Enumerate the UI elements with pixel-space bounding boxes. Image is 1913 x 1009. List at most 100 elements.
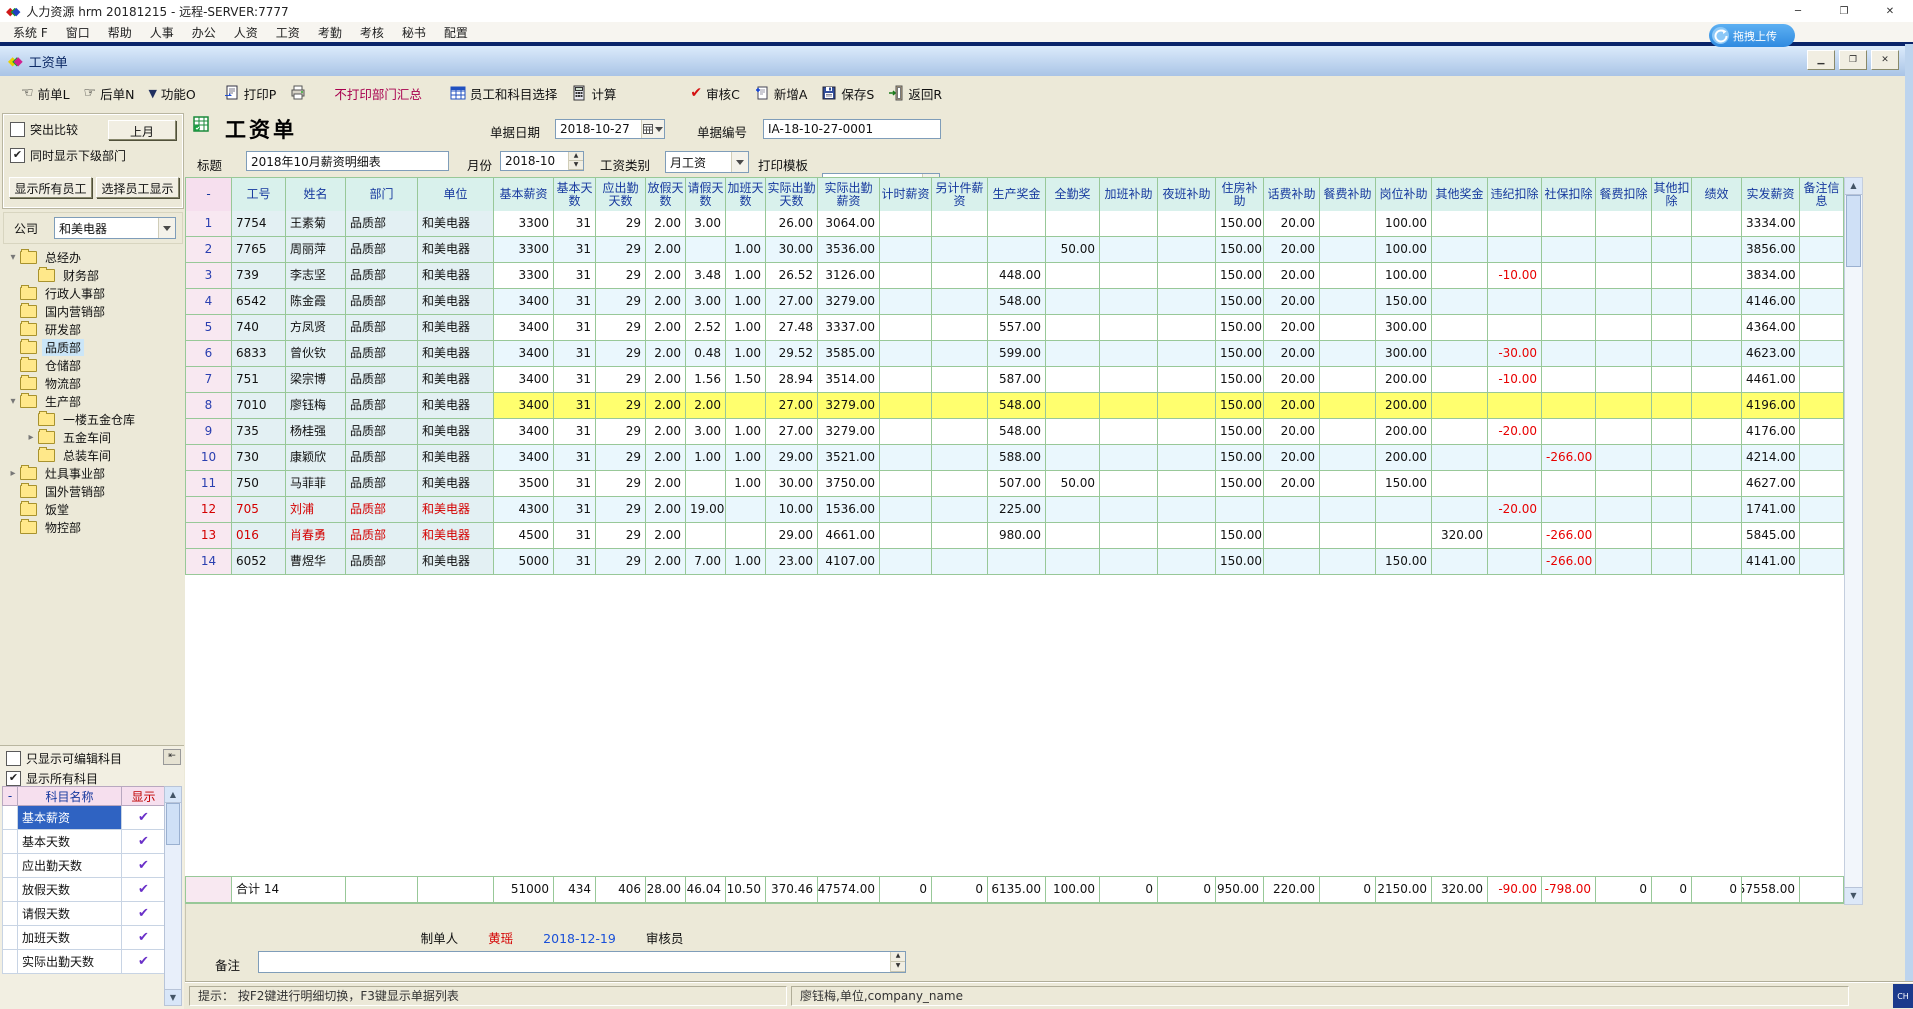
cell[interactable] <box>1488 289 1542 315</box>
cell[interactable] <box>686 237 726 263</box>
column-header[interactable]: 全勤奖 <box>1046 178 1100 212</box>
cell[interactable]: 2.00 <box>686 393 726 419</box>
cell[interactable]: 29 <box>596 341 646 367</box>
cell[interactable] <box>1488 393 1542 419</box>
cell[interactable]: 品质部 <box>346 211 418 237</box>
cell[interactable]: 品质部 <box>346 341 418 367</box>
cell[interactable]: 和美电器 <box>418 497 494 523</box>
tab-payroll-sheet[interactable]: 工资单 <box>29 52 68 71</box>
cell[interactable] <box>1542 419 1596 445</box>
cell[interactable] <box>1596 237 1652 263</box>
cell[interactable] <box>1692 211 1742 237</box>
cell[interactable]: 016 <box>232 523 286 549</box>
column-header[interactable]: 实际出勤薪资 <box>818 178 880 212</box>
tree-item[interactable]: 品质部 <box>2 338 182 356</box>
row-number[interactable]: 2 <box>186 237 232 263</box>
cell[interactable] <box>1692 471 1742 497</box>
cell[interactable]: 曾伙钦 <box>286 341 346 367</box>
cell[interactable]: 587.00 <box>988 367 1046 393</box>
cell[interactable] <box>932 315 988 341</box>
cell[interactable]: 3856.00 <box>1742 237 1800 263</box>
cell[interactable] <box>1100 211 1158 237</box>
cell[interactable] <box>1216 497 1264 523</box>
totals-cell[interactable]: 0 <box>1652 877 1692 903</box>
column-header[interactable]: - <box>186 178 232 212</box>
cell[interactable]: 2.00 <box>646 289 686 315</box>
cell[interactable]: 599.00 <box>988 341 1046 367</box>
cell[interactable] <box>1652 549 1692 575</box>
cell[interactable]: 和美电器 <box>418 445 494 471</box>
compare-checkbox[interactable] <box>10 122 25 137</box>
cell[interactable] <box>1596 497 1652 523</box>
column-header[interactable]: 餐费补助 <box>1320 178 1376 212</box>
cell[interactable]: 品质部 <box>346 445 418 471</box>
cell[interactable]: 和美电器 <box>418 315 494 341</box>
cell[interactable]: 3.00 <box>686 419 726 445</box>
cell[interactable] <box>1652 237 1692 263</box>
cell[interactable]: 3536.00 <box>818 237 880 263</box>
subject-name[interactable]: 基本天数 <box>18 830 122 854</box>
column-header[interactable]: 实发薪资 <box>1742 178 1800 212</box>
cell[interactable]: 100.00 <box>1376 263 1432 289</box>
menu-item[interactable]: 系统 F <box>4 22 57 43</box>
cell[interactable] <box>1542 315 1596 341</box>
cell[interactable] <box>1488 211 1542 237</box>
cell[interactable]: 23.00 <box>766 549 818 575</box>
subject-name[interactable]: 应出勤天数 <box>18 854 122 878</box>
subject-row[interactable]: 实际出勤天数✔ <box>2 950 166 974</box>
cell[interactable]: 杨桂强 <box>286 419 346 445</box>
cell[interactable] <box>1488 471 1542 497</box>
cell[interactable]: -20.00 <box>1488 497 1542 523</box>
menu-item[interactable]: 考勤 <box>309 22 351 43</box>
cell[interactable]: 3337.00 <box>818 315 880 341</box>
cell[interactable]: 29 <box>596 211 646 237</box>
cell[interactable] <box>1432 341 1488 367</box>
totals-cell[interactable]: 47574.00 <box>818 877 880 903</box>
cell[interactable]: 陈金霞 <box>286 289 346 315</box>
cell[interactable] <box>1596 341 1652 367</box>
cell[interactable] <box>1596 263 1652 289</box>
cell[interactable]: 4300 <box>494 497 554 523</box>
cell[interactable] <box>1046 549 1100 575</box>
cell[interactable]: 4176.00 <box>1742 419 1800 445</box>
subject-name-header[interactable]: 科目名称 <box>18 786 122 806</box>
next-doc-button[interactable]: ☞ 后单N <box>77 81 142 106</box>
cell[interactable] <box>1596 523 1652 549</box>
cell[interactable] <box>1488 237 1542 263</box>
cell[interactable] <box>726 497 766 523</box>
row-number[interactable]: 14 <box>186 549 232 575</box>
row-number[interactable]: 6 <box>186 341 232 367</box>
row-number[interactable]: 13 <box>186 523 232 549</box>
menu-item[interactable]: 帮助 <box>99 22 141 43</box>
cell[interactable]: -266.00 <box>1542 523 1596 549</box>
cell[interactable] <box>1158 367 1216 393</box>
cell[interactable]: 20.00 <box>1264 237 1320 263</box>
cell[interactable]: 方凤贤 <box>286 315 346 341</box>
tree-item[interactable]: ▸五金车间 <box>2 428 182 446</box>
cell[interactable]: 1.00 <box>726 289 766 315</box>
totals-cell[interactable]: 46.04 <box>686 877 726 903</box>
cell[interactable] <box>1100 341 1158 367</box>
cell[interactable] <box>880 471 932 497</box>
cell[interactable] <box>1596 549 1652 575</box>
cell[interactable] <box>1432 367 1488 393</box>
cell[interactable] <box>1652 263 1692 289</box>
cell[interactable] <box>932 237 988 263</box>
totals-cell[interactable]: 51000 <box>494 877 554 903</box>
cell[interactable] <box>1542 211 1596 237</box>
cell[interactable] <box>932 549 988 575</box>
cell[interactable]: 6052 <box>232 549 286 575</box>
totals-cell[interactable]: 370.46 <box>766 877 818 903</box>
cell[interactable]: 739 <box>232 263 286 289</box>
functions-button[interactable]: ▼ 功能O <box>141 81 202 106</box>
cell[interactable] <box>880 445 932 471</box>
cell[interactable]: 150.00 <box>1216 549 1264 575</box>
row-number[interactable]: 5 <box>186 315 232 341</box>
column-header[interactable]: 其他扣除 <box>1652 178 1692 212</box>
scroll-up-icon[interactable]: ▲ <box>165 787 181 803</box>
cell[interactable] <box>1432 393 1488 419</box>
cell[interactable]: 4107.00 <box>818 549 880 575</box>
cell[interactable] <box>1542 497 1596 523</box>
cell[interactable]: 2.00 <box>646 315 686 341</box>
cell[interactable] <box>1100 523 1158 549</box>
